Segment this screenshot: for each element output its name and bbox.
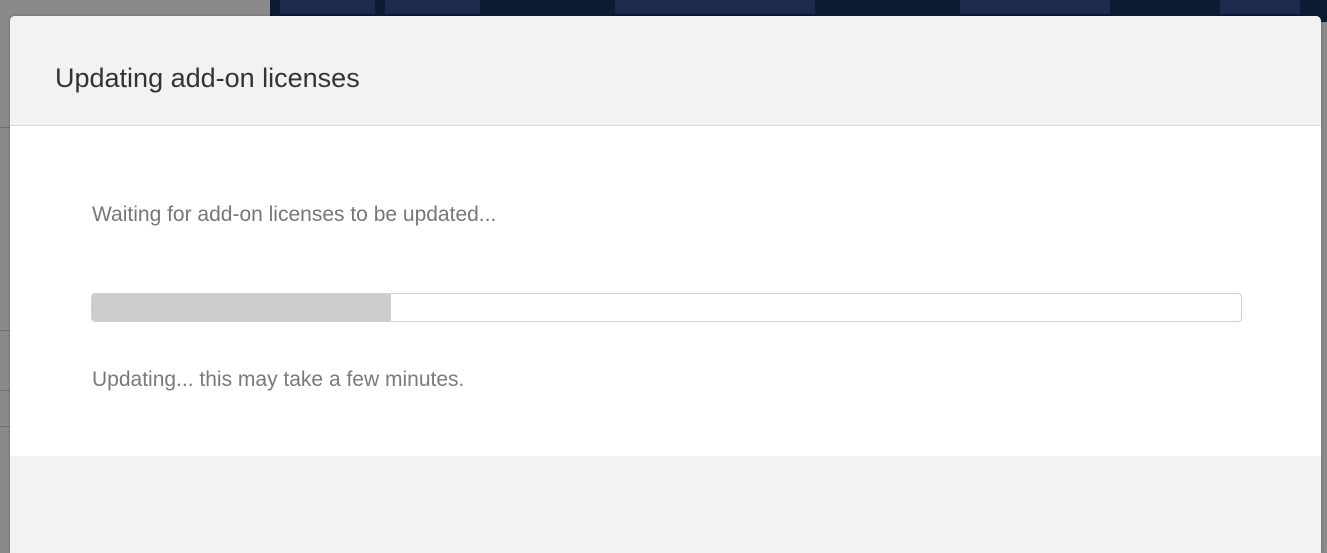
dialog-body: Waiting for add-on licenses to be update… bbox=[10, 126, 1321, 456]
background-nav-block bbox=[960, 0, 1110, 14]
background-divider bbox=[0, 390, 10, 391]
background-nav-block bbox=[280, 0, 375, 14]
dialog-header: Updating add-on licenses bbox=[10, 16, 1321, 126]
dialog-footer bbox=[10, 456, 1321, 553]
progress-bar-fill bbox=[92, 294, 391, 321]
progress-status-text: Updating... this may take a few minutes. bbox=[92, 368, 465, 391]
waiting-message: Waiting for add-on licenses to be update… bbox=[92, 203, 497, 226]
dialog-title: Updating add-on licenses bbox=[55, 63, 360, 93]
update-licenses-dialog: Updating add-on licenses Waiting for add… bbox=[10, 16, 1321, 553]
background-nav-block bbox=[615, 0, 815, 14]
background-nav-block bbox=[385, 0, 480, 14]
background-divider bbox=[0, 127, 10, 128]
background-divider bbox=[0, 330, 10, 331]
background-divider bbox=[0, 426, 10, 427]
background-nav-block bbox=[1220, 0, 1300, 14]
progress-bar bbox=[91, 293, 1242, 322]
